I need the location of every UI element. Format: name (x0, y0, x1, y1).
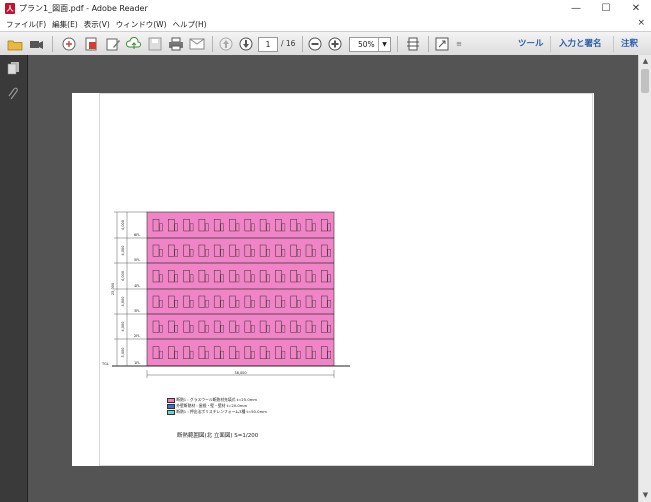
legend-swatch (167, 403, 175, 409)
open-folder-icon[interactable] (6, 36, 24, 52)
fill-sign-link[interactable]: 入力と署名 (559, 36, 602, 52)
page-total: / 16 (281, 39, 296, 48)
close-button[interactable]: ✕ (621, 0, 651, 17)
floor-height-label: 4,000 (121, 296, 125, 306)
legend-swatch (167, 409, 175, 415)
floor-label: 5FL (134, 258, 140, 262)
floor-height-label: 4,000 (121, 220, 125, 230)
vertical-scrollbar[interactable]: ▲ ▼ (638, 55, 651, 502)
menu-window[interactable]: ウィンドウ(W) (116, 19, 167, 30)
floor-label: 4FL (134, 284, 140, 288)
floor-label: 6FL (134, 233, 140, 237)
floor-height-label: 4,000 (121, 321, 125, 331)
adobe-reader-icon: 人 (5, 3, 15, 14)
legend-label: 外壁断熱材 : 屋根・壁・壁材 t=20.0mm (176, 403, 248, 408)
zoom-value: 50% (358, 40, 375, 49)
zoom-select[interactable]: 50% ▼ (349, 37, 391, 52)
menu-help[interactable]: ヘルプ(H) (173, 19, 207, 30)
floor-height-label: 5,000 (121, 347, 125, 357)
floor-height-label: 4,000 (121, 245, 125, 255)
menu-bar: ファイル(F) 編集(E) 表示(V) ウィンドウ(W) ヘルプ(H) × (0, 17, 651, 31)
attachment-icon[interactable] (7, 87, 20, 101)
document-viewport[interactable]: 4,000 4,000 4,000 4,000 4,000 5,000 25,000 6FL 5… (28, 55, 638, 502)
zoom-out-icon[interactable] (307, 36, 323, 52)
page-number-input[interactable]: 1 (258, 37, 278, 52)
ground-level-label: TGL (101, 362, 109, 366)
toolbar: 1 / 16 50% ▼ ≡ ツール 入力と署名 注釈 (0, 31, 651, 57)
create-pdf-icon[interactable] (27, 36, 45, 52)
window-controls: — ☐ ✕ (561, 0, 651, 17)
page-thumbnails-icon[interactable] (7, 61, 20, 75)
legend-label: 断熱1 : グラスウール断熱材充填式 t=25.0mm (176, 397, 258, 402)
menu-file[interactable]: ファイル(F) (6, 19, 46, 30)
legend-label: 断熱1 : 押出法ポリスチレンフォーム3種 t=50.0mm (176, 409, 267, 414)
create-document-icon[interactable] (82, 36, 100, 52)
minimize-button[interactable]: — (561, 0, 591, 17)
legend-item: 断熱1 : 押出法ポリスチレンフォーム3種 t=50.0mm (167, 409, 267, 415)
floor-label: 1FL (134, 361, 140, 365)
legend-swatch (167, 397, 175, 403)
close-document-icon[interactable]: × (637, 18, 645, 28)
menu-edit[interactable]: 編集(E) (52, 19, 78, 30)
maximize-button[interactable]: ☐ (591, 0, 621, 17)
menu-view[interactable]: 表示(V) (84, 19, 110, 30)
save-icon[interactable] (146, 36, 164, 52)
floor-height-label: 4,000 (121, 271, 125, 281)
fullscreen-icon[interactable] (434, 36, 450, 52)
previous-page-icon[interactable] (218, 36, 234, 52)
print-icon[interactable] (167, 36, 185, 52)
print-settings-icon[interactable] (60, 36, 78, 52)
chevron-down-icon[interactable]: ▼ (378, 38, 390, 51)
floor-label: 3FL (134, 309, 140, 313)
title-bar: 人 プラン1_図面.pdf - Adobe Reader — ☐ ✕ (0, 0, 651, 17)
next-page-icon[interactable] (238, 36, 254, 52)
page-border: 4,000 4,000 4,000 4,000 4,000 5,000 25,000 6FL 5… (99, 93, 593, 466)
edit-document-icon[interactable] (104, 36, 122, 52)
navigation-pane (0, 55, 28, 502)
fit-page-icon[interactable] (404, 36, 422, 52)
total-height-label: 25,000 (111, 283, 115, 295)
scroll-down-icon[interactable]: ▼ (639, 489, 651, 502)
pdf-page: 4,000 4,000 4,000 4,000 4,000 5,000 25,000 6FL 5… (72, 93, 594, 466)
tools-link[interactable]: ツール (518, 36, 544, 52)
drawing-caption: 断熱範囲図(北 立面図) S=1/200 (177, 433, 259, 439)
zoom-in-icon[interactable] (327, 36, 343, 52)
email-icon[interactable] (188, 36, 206, 52)
window-title: プラン1_図面.pdf - Adobe Reader (19, 4, 148, 13)
upload-cloud-icon[interactable] (125, 36, 143, 52)
scroll-thumb[interactable] (641, 69, 649, 93)
toolbar-overflow-icon[interactable]: ≡ (454, 36, 464, 52)
total-width-label: 38,000 (234, 371, 246, 375)
floor-label: 2FL (134, 334, 140, 338)
scroll-up-icon[interactable]: ▲ (639, 55, 651, 68)
comment-link[interactable]: 注釈 (621, 36, 638, 52)
